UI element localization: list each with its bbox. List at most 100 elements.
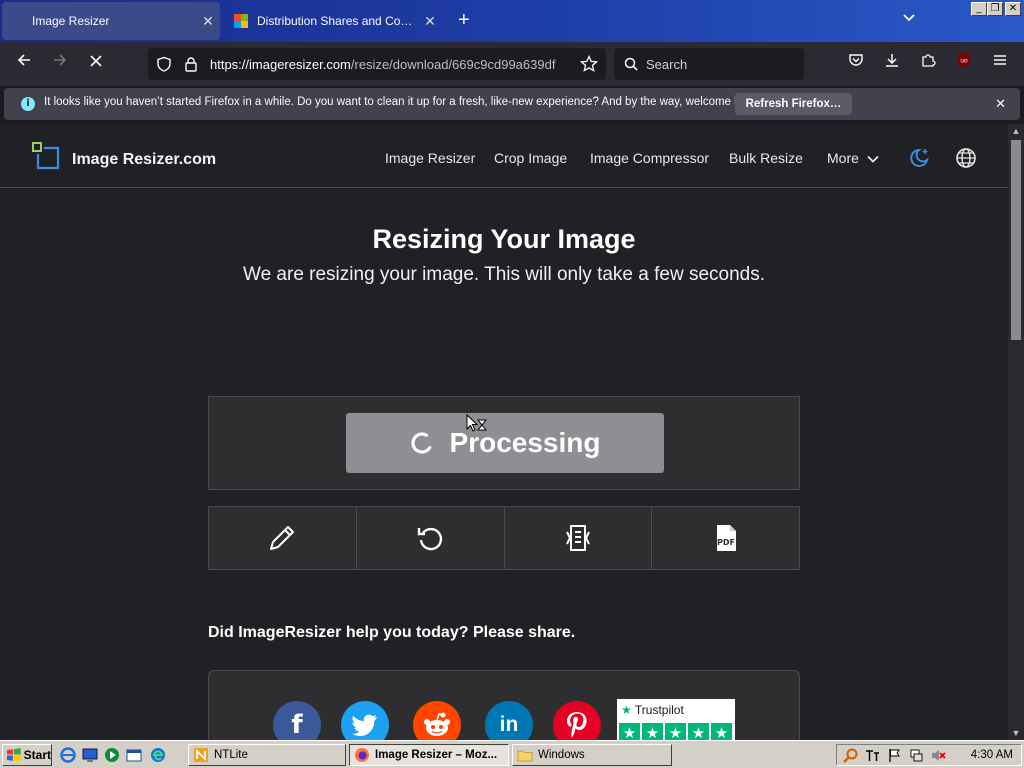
language-tray-icon[interactable] <box>865 748 880 763</box>
edge-icon[interactable] <box>150 747 166 763</box>
site-logo-icon[interactable] <box>32 142 60 170</box>
scroll-up-arrow-icon[interactable]: ▲ <box>1011 126 1021 136</box>
image-tools-bar: PDF <box>208 506 800 570</box>
tab-title: Distribution Shares and Configuratio <box>257 14 418 28</box>
page-title: Resizing Your Image <box>372 224 636 254</box>
extensions-button[interactable] <box>916 52 940 76</box>
page-scrollbar[interactable]: ▲ ▼ <box>1008 124 1024 740</box>
scroll-down-arrow-icon[interactable]: ▼ <box>1011 728 1021 738</box>
search-tray-icon[interactable] <box>843 748 858 763</box>
media-player-icon[interactable] <box>104 747 120 763</box>
pdf-icon: PDF <box>716 525 736 551</box>
bookmark-star-icon[interactable] <box>580 55 598 73</box>
pinterest-share-button[interactable] <box>553 701 601 740</box>
restore-window-button[interactable]: ❐ <box>987 2 1003 16</box>
nav-image-resizer[interactable]: Image Resizer <box>385 150 475 166</box>
puzzle-icon <box>922 54 936 67</box>
taskbar-firefox[interactable]: Image Resizer – Moz... <box>349 744 509 766</box>
close-tab-icon[interactable]: ✕ <box>196 13 220 30</box>
url-text[interactable]: https://imageresizer.com/resize/download… <box>210 57 570 72</box>
reddit-icon <box>424 712 450 736</box>
network-tray-icon[interactable] <box>909 748 924 763</box>
linkedin-share-button[interactable]: in <box>485 701 533 740</box>
facebook-icon: f <box>291 710 303 740</box>
edit-tool-button[interactable] <box>209 507 357 569</box>
explorer-icon[interactable] <box>126 747 142 763</box>
pocket-button[interactable] <box>844 52 868 76</box>
url-bar[interactable]: https://imageresizer.com/resize/download… <box>148 48 606 80</box>
windows-taskbar: Start NTLite Image Resizer – Moz... Wind… <box>0 740 1024 768</box>
trustpilot-star-icon: ★ <box>619 723 640 740</box>
minimize-window-button[interactable]: _ <box>971 2 987 16</box>
back-arrow-icon <box>17 54 30 66</box>
undo-icon <box>417 527 443 551</box>
taskbar-ntlite[interactable]: NTLite <box>188 744 346 766</box>
flag-tray-icon[interactable] <box>887 748 902 763</box>
internet-explorer-icon[interactable] <box>60 747 76 763</box>
busy-cursor-icon <box>466 414 488 432</box>
trustpilot-label: ★ Trustpilot <box>621 703 684 717</box>
page-content: Image Resizer.com Image Resizer Crop Ima… <box>0 124 1008 740</box>
stop-icon <box>90 55 102 67</box>
nav-more-label: More <box>827 150 859 166</box>
taskbar-label: Windows <box>538 749 585 761</box>
volume-muted-icon[interactable] <box>931 748 946 763</box>
close-tab-icon[interactable]: ✕ <box>418 13 442 30</box>
navigation-toolbar: https://imageresizer.com/resize/download… <box>0 42 1024 86</box>
windows-logo-icon <box>6 748 21 762</box>
system-tray: 4:30 AM <box>836 744 1022 766</box>
site-logo-text[interactable]: Image Resizer.com <box>72 151 216 169</box>
list-all-tabs-icon[interactable] <box>902 12 916 26</box>
nav-image-compressor[interactable]: Image Compressor <box>590 150 709 166</box>
ublock-button[interactable]: uo <box>952 52 976 76</box>
notification-message: It looks like you haven’t started Firefo… <box>44 96 762 108</box>
tab-bar: Image Resizer ✕ Distribution Shares and … <box>0 0 1024 42</box>
search-bar[interactable]: Search <box>614 48 804 80</box>
tab-image-resizer[interactable]: Image Resizer ✕ <box>2 2 220 40</box>
reset-tool-button[interactable] <box>357 507 505 569</box>
share-prompt: Did ImageResizer help you today? Please … <box>208 624 576 641</box>
nav-more[interactable]: More <box>827 150 879 166</box>
globe-icon[interactable] <box>955 147 977 169</box>
pocket-icon <box>849 54 863 66</box>
taskbar-windows-folder[interactable]: Windows <box>512 744 672 766</box>
shield-icon[interactable] <box>156 56 172 72</box>
linkedin-icon: in <box>499 713 519 736</box>
tab-distribution-shares[interactable]: Distribution Shares and Configuratio ✕ <box>226 2 442 40</box>
downloads-button[interactable] <box>880 52 904 76</box>
nav-crop-image[interactable]: Crop Image <box>494 150 567 166</box>
taskbar-label: NTLite <box>214 749 248 761</box>
taskbar-label: Image Resizer – Moz... <box>375 749 498 761</box>
svg-text:PDF: PDF <box>717 538 735 547</box>
nav-bulk-resize[interactable]: Bulk Resize <box>729 150 803 166</box>
scroll-thumb[interactable] <box>1011 140 1021 340</box>
new-tab-button[interactable]: + <box>458 9 470 32</box>
start-button[interactable]: Start <box>2 744 52 766</box>
share-panel: f in ★ Trustpilot ★ ★ ★ ★ ★ <box>208 670 800 740</box>
forward-button[interactable] <box>48 52 72 76</box>
dark-mode-icon[interactable] <box>908 147 930 169</box>
refresh-firefox-button[interactable]: Refresh Firefox… <box>735 93 852 115</box>
processing-button[interactable]: Processing <box>346 413 664 473</box>
compress-icon <box>565 525 590 551</box>
pinterest-icon <box>567 712 587 738</box>
close-window-button[interactable]: ✕ <box>1005 2 1021 16</box>
hamburger-menu-icon <box>994 55 1006 65</box>
facebook-share-button[interactable]: f <box>273 701 321 740</box>
close-notification-icon[interactable]: ✕ <box>995 96 1006 112</box>
pdf-tool-button[interactable]: PDF <box>652 507 799 569</box>
back-button[interactable] <box>12 52 36 76</box>
trustpilot-star-icon: ★ <box>665 723 686 740</box>
trustpilot-star-icon: ★ <box>711 723 732 740</box>
app-menu-button[interactable] <box>988 52 1012 76</box>
spinner-icon <box>410 432 431 454</box>
chevron-down-icon <box>867 155 879 163</box>
stop-loading-button[interactable] <box>84 52 108 76</box>
compress-tool-button[interactable] <box>505 507 653 569</box>
show-desktop-icon[interactable] <box>82 747 98 763</box>
trustpilot-widget[interactable]: ★ Trustpilot ★ ★ ★ ★ ★ <box>617 699 735 740</box>
twitter-share-button[interactable] <box>341 701 389 740</box>
reddit-share-button[interactable] <box>413 701 461 740</box>
twitter-icon <box>352 714 377 736</box>
lock-icon[interactable] <box>184 56 198 72</box>
